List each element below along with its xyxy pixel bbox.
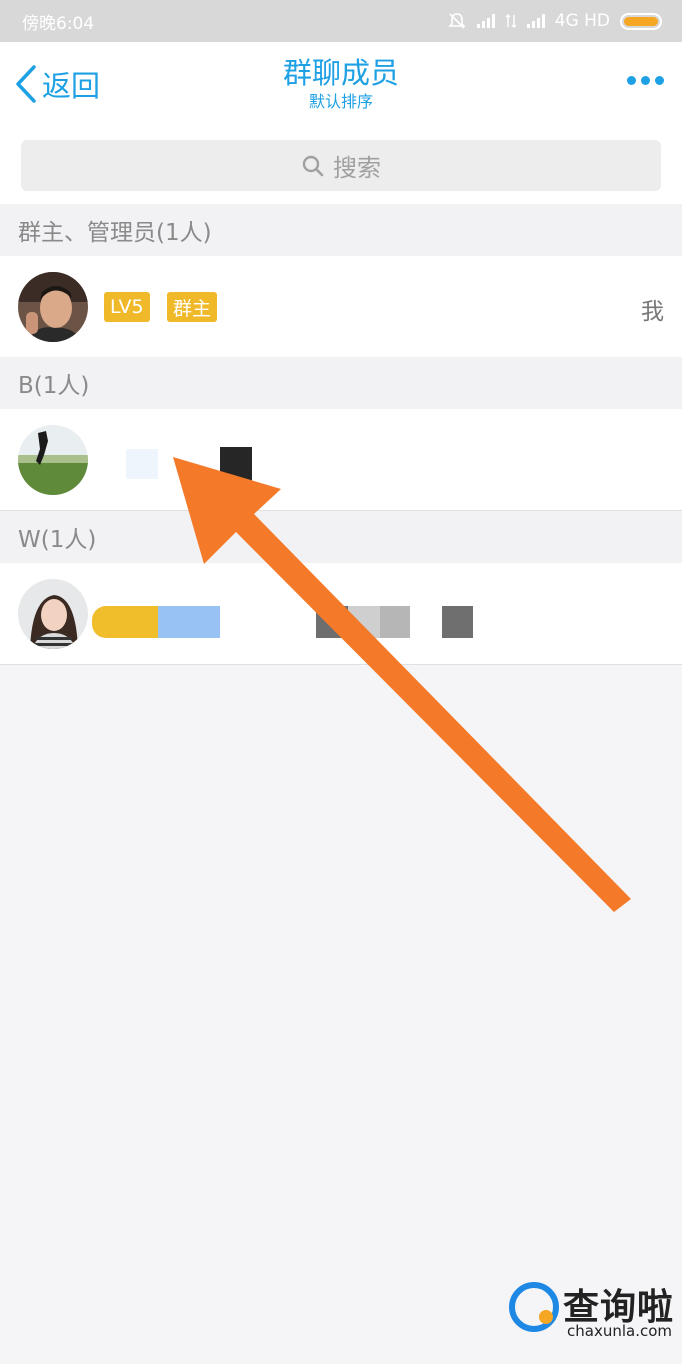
sort-mode-button[interactable]: 默认排序 [0,92,682,112]
signal-icon-2 [526,14,545,28]
more-dot-icon [655,76,664,85]
redacted-name-block [348,606,380,638]
mute-bell-icon [447,13,466,29]
avatar [18,579,88,649]
redacted-name-block [442,606,473,638]
battery-icon [620,12,662,30]
watermark-logo: 查询啦 chaxunla.com [505,1272,675,1350]
search-icon [302,155,324,176]
section-header-b: B(1人) [0,357,682,409]
redacted-name-block [380,606,410,638]
redacted-name-block [92,606,158,638]
member-row-w[interactable] [0,563,682,665]
watermark-url: chaxunla.com [567,1322,672,1340]
level-badge: LV5 [104,292,150,322]
section-header-w: W(1人) [0,511,682,563]
member-row-b[interactable] [0,409,682,511]
more-dot-icon [627,76,636,85]
search-area: 搜索 [0,128,682,204]
section-header-admins: 群主、管理员(1人) [0,204,682,256]
redacted-name-block [220,447,252,481]
magnifier-logo-icon [509,1282,559,1332]
status-time: 傍晚6:04 [22,13,95,34]
self-label: 我 [641,299,664,325]
status-icons: 4G HD [447,11,662,31]
avatar [18,425,88,495]
more-options-button[interactable] [627,76,664,85]
nav-bar: 返回 群聊成员 默认排序 [0,42,682,128]
member-row-owner[interactable]: LV5 群主 我 [0,256,682,358]
network-type: 4G HD [554,11,610,31]
signal-icon [476,14,495,28]
nav-title-group: 群聊成员 默认排序 [0,54,682,112]
search-input[interactable]: 搜索 [21,140,661,191]
avatar [18,272,88,342]
more-dot-icon [641,76,650,85]
data-transfer-icon [505,14,517,28]
redacted-name-block [158,606,220,638]
owner-role-badge: 群主 [167,292,218,322]
search-placeholder: 搜索 [333,154,381,182]
redacted-name-block [316,606,348,638]
page-title: 群聊成员 [282,56,399,90]
status-bar: 傍晚6:04 4G HD [0,0,682,42]
redacted-name-block [126,449,158,479]
